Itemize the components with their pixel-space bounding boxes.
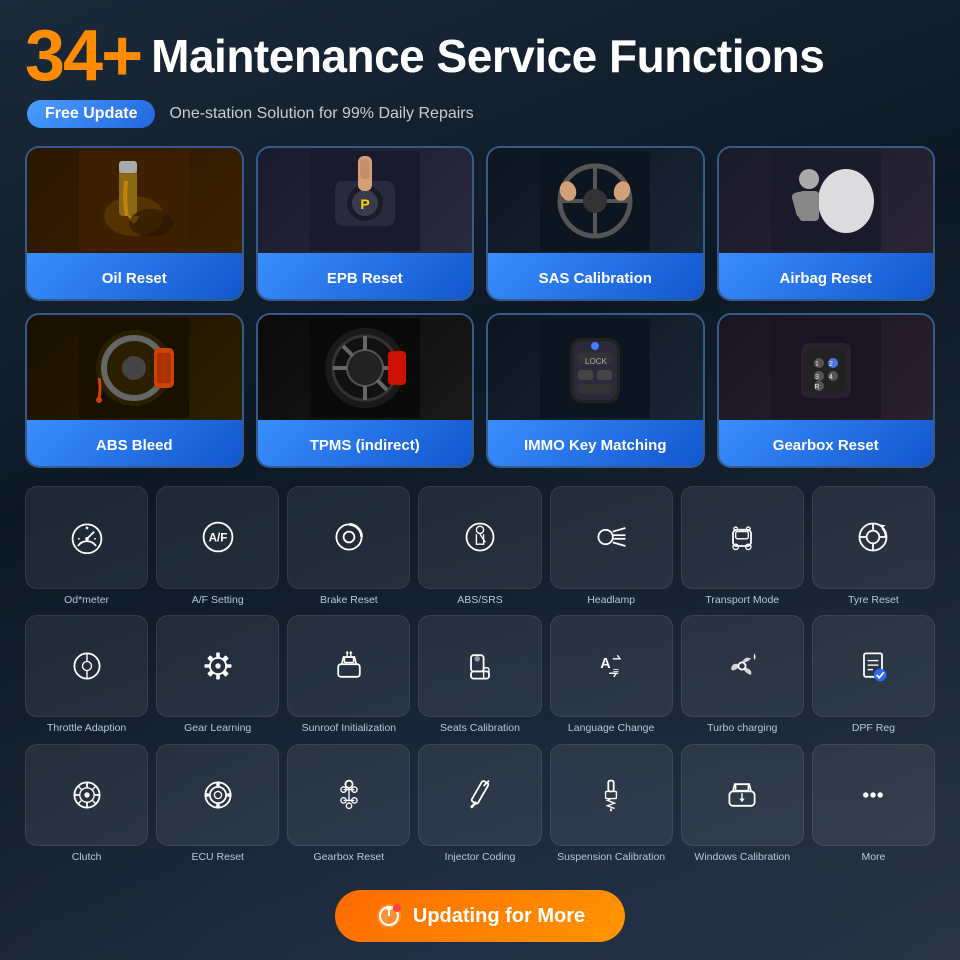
icon-cell-af[interactable]: A/F A/F Setting — [156, 486, 279, 607]
svg-text:4: 4 — [829, 374, 833, 381]
icon-row-1: Od*meter A/F A/F Setting — [25, 486, 935, 607]
icon-cell-dpf[interactable]: DPF Reg — [812, 615, 935, 736]
icon-cell-turbo[interactable]: Turbo charging — [681, 615, 804, 736]
icon-cell-sunroof[interactable]: Sunroof Initialization — [287, 615, 410, 736]
update-button[interactable]: Updating for More — [335, 890, 625, 942]
icon-label-brake: Brake Reset — [320, 594, 378, 607]
svg-text:≡: ≡ — [613, 666, 619, 678]
card-label-gearbox: Gearbox Reset — [719, 420, 934, 468]
card-label-epb: EPB Reset — [258, 253, 473, 301]
card-label-sas: SAS Calibration — [488, 253, 703, 301]
icon-bg-brake — [287, 486, 410, 589]
icon-cell-headlamp[interactable]: Headlamp — [550, 486, 673, 607]
icon-cell-clutch[interactable]: Clutch — [25, 744, 148, 865]
icon-cell-ecu[interactable]: ECU Reset — [156, 744, 279, 865]
icon-cell-more[interactable]: More — [812, 744, 935, 865]
icon-label-headlamp: Headlamp — [587, 594, 635, 607]
icon-cell-brake[interactable]: Brake Reset — [287, 486, 410, 607]
update-icon — [375, 902, 403, 930]
card-image-airbag — [719, 148, 934, 253]
subtitle-row: Free Update One-station Solution for 99%… — [25, 100, 935, 128]
svg-text:LOCK: LOCK — [585, 357, 607, 366]
icon-cell-windows[interactable]: Windows Calibration — [681, 744, 804, 865]
icon-label-abs-srs: ABS/SRS — [457, 594, 503, 607]
svg-text:R: R — [814, 384, 819, 391]
update-label: Updating for More — [413, 905, 585, 928]
icon-label-more: More — [861, 851, 885, 864]
icon-label-windows: Windows Calibration — [694, 851, 790, 864]
icon-label-dpf: DPF Reg — [852, 722, 895, 735]
card-label-oil: Oil Reset — [27, 253, 242, 301]
icon-cell-gearbox2[interactable]: Gearbox Reset — [287, 744, 410, 865]
feature-count: 34+ — [25, 20, 141, 92]
card-label-tpms: TPMS (indirect) — [258, 420, 473, 468]
svg-text:A: A — [600, 656, 611, 672]
icon-bg-transport — [681, 486, 804, 589]
icon-cell-suspension[interactable]: Suspension Calibration — [550, 744, 673, 865]
svg-text:A/F: A/F — [208, 532, 227, 545]
icon-label-gearbox2: Gearbox Reset — [314, 851, 385, 864]
icon-label-gear: Gear Learning — [184, 722, 251, 735]
card-image-tpms — [258, 315, 473, 420]
card-epb-reset[interactable]: P EPB Reset — [256, 146, 475, 301]
card-image-sas — [488, 148, 703, 253]
icon-label-odometer: Od*meter — [64, 594, 109, 607]
card-image-abs — [27, 315, 242, 420]
card-gearbox[interactable]: 1 2 3 4 R Gearbox Reset — [717, 313, 936, 468]
icon-cell-language[interactable]: A ≡ Language Change — [550, 615, 673, 736]
header-section: 34+ Maintenance Service Functions — [25, 20, 935, 92]
icon-label-transport: Transport Mode — [705, 594, 779, 607]
card-image-immo: LOCK — [488, 315, 703, 420]
icon-label-injector: Injector Coding — [445, 851, 516, 864]
icon-bg-headlamp — [550, 486, 673, 589]
main-title: Maintenance Service Functions — [151, 33, 824, 79]
card-label-immo: IMMO Key Matching — [488, 420, 703, 468]
icon-cell-abs-srs[interactable]: ABS/SRS — [418, 486, 541, 607]
icon-label-sunroof: Sunroof Initialization — [302, 722, 397, 735]
icon-bg-af: A/F — [156, 486, 279, 589]
icon-cell-seats[interactable]: Seats Calibration — [418, 615, 541, 736]
card-image-epb: P — [258, 148, 473, 253]
icon-row-3: Clutch ECU Reset — [25, 744, 935, 865]
card-tpms[interactable]: TPMS (indirect) — [256, 313, 475, 468]
card-oil-reset[interactable]: Oil Reset — [25, 146, 244, 301]
card-abs[interactable]: ABS Bleed — [25, 313, 244, 468]
card-immo[interactable]: LOCK IMMO Key Matching — [486, 313, 705, 468]
icon-cell-odometer[interactable]: Od*meter — [25, 486, 148, 607]
card-label-airbag: Airbag Reset — [719, 253, 934, 301]
icon-cell-transport[interactable]: Transport Mode — [681, 486, 804, 607]
svg-text:P: P — [360, 196, 369, 212]
card-airbag[interactable]: Airbag Reset — [717, 146, 936, 301]
icon-label-af: A/F Setting — [192, 594, 244, 607]
free-update-badge: Free Update — [27, 100, 155, 128]
card-sas[interactable]: SAS Calibration — [486, 146, 705, 301]
card-image-gearbox: 1 2 3 4 R — [719, 315, 934, 420]
icon-label-tyre: Tyre Reset — [848, 594, 899, 607]
icon-label-ecu: ECU Reset — [191, 851, 244, 864]
icon-label-language: Language Change — [568, 722, 654, 735]
icon-bg-odometer — [25, 486, 148, 589]
icon-cell-gear[interactable]: Gear Learning — [156, 615, 279, 736]
card-label-abs: ABS Bleed — [27, 420, 242, 468]
icon-bg-tyre — [812, 486, 935, 589]
icon-label-suspension: Suspension Calibration — [557, 851, 665, 864]
card-image-oil — [27, 148, 242, 253]
icon-label-throttle: Throttle Adaption — [47, 722, 126, 735]
svg-text:3: 3 — [815, 374, 819, 381]
icon-label-clutch: Clutch — [72, 851, 102, 864]
icon-cell-tyre[interactable]: Tyre Reset — [812, 486, 935, 607]
icon-cell-throttle[interactable]: Throttle Adaption — [25, 615, 148, 736]
icon-label-seats: Seats Calibration — [440, 722, 520, 735]
icon-row-2: Throttle Adaption — [25, 615, 935, 736]
icon-cell-injector[interactable]: Injector Coding — [418, 744, 541, 865]
icon-label-turbo: Turbo charging — [707, 722, 777, 735]
subtitle-text: One-station Solution for 99% Daily Repai… — [169, 105, 473, 123]
svg-text:2: 2 — [829, 361, 833, 368]
icon-rows: Od*meter A/F A/F Setting — [25, 486, 935, 864]
main-feature-grid: Oil Reset P EPB Reset — [25, 146, 935, 468]
icon-bg-abs-srs — [418, 486, 541, 589]
svg-text:1: 1 — [815, 361, 819, 368]
